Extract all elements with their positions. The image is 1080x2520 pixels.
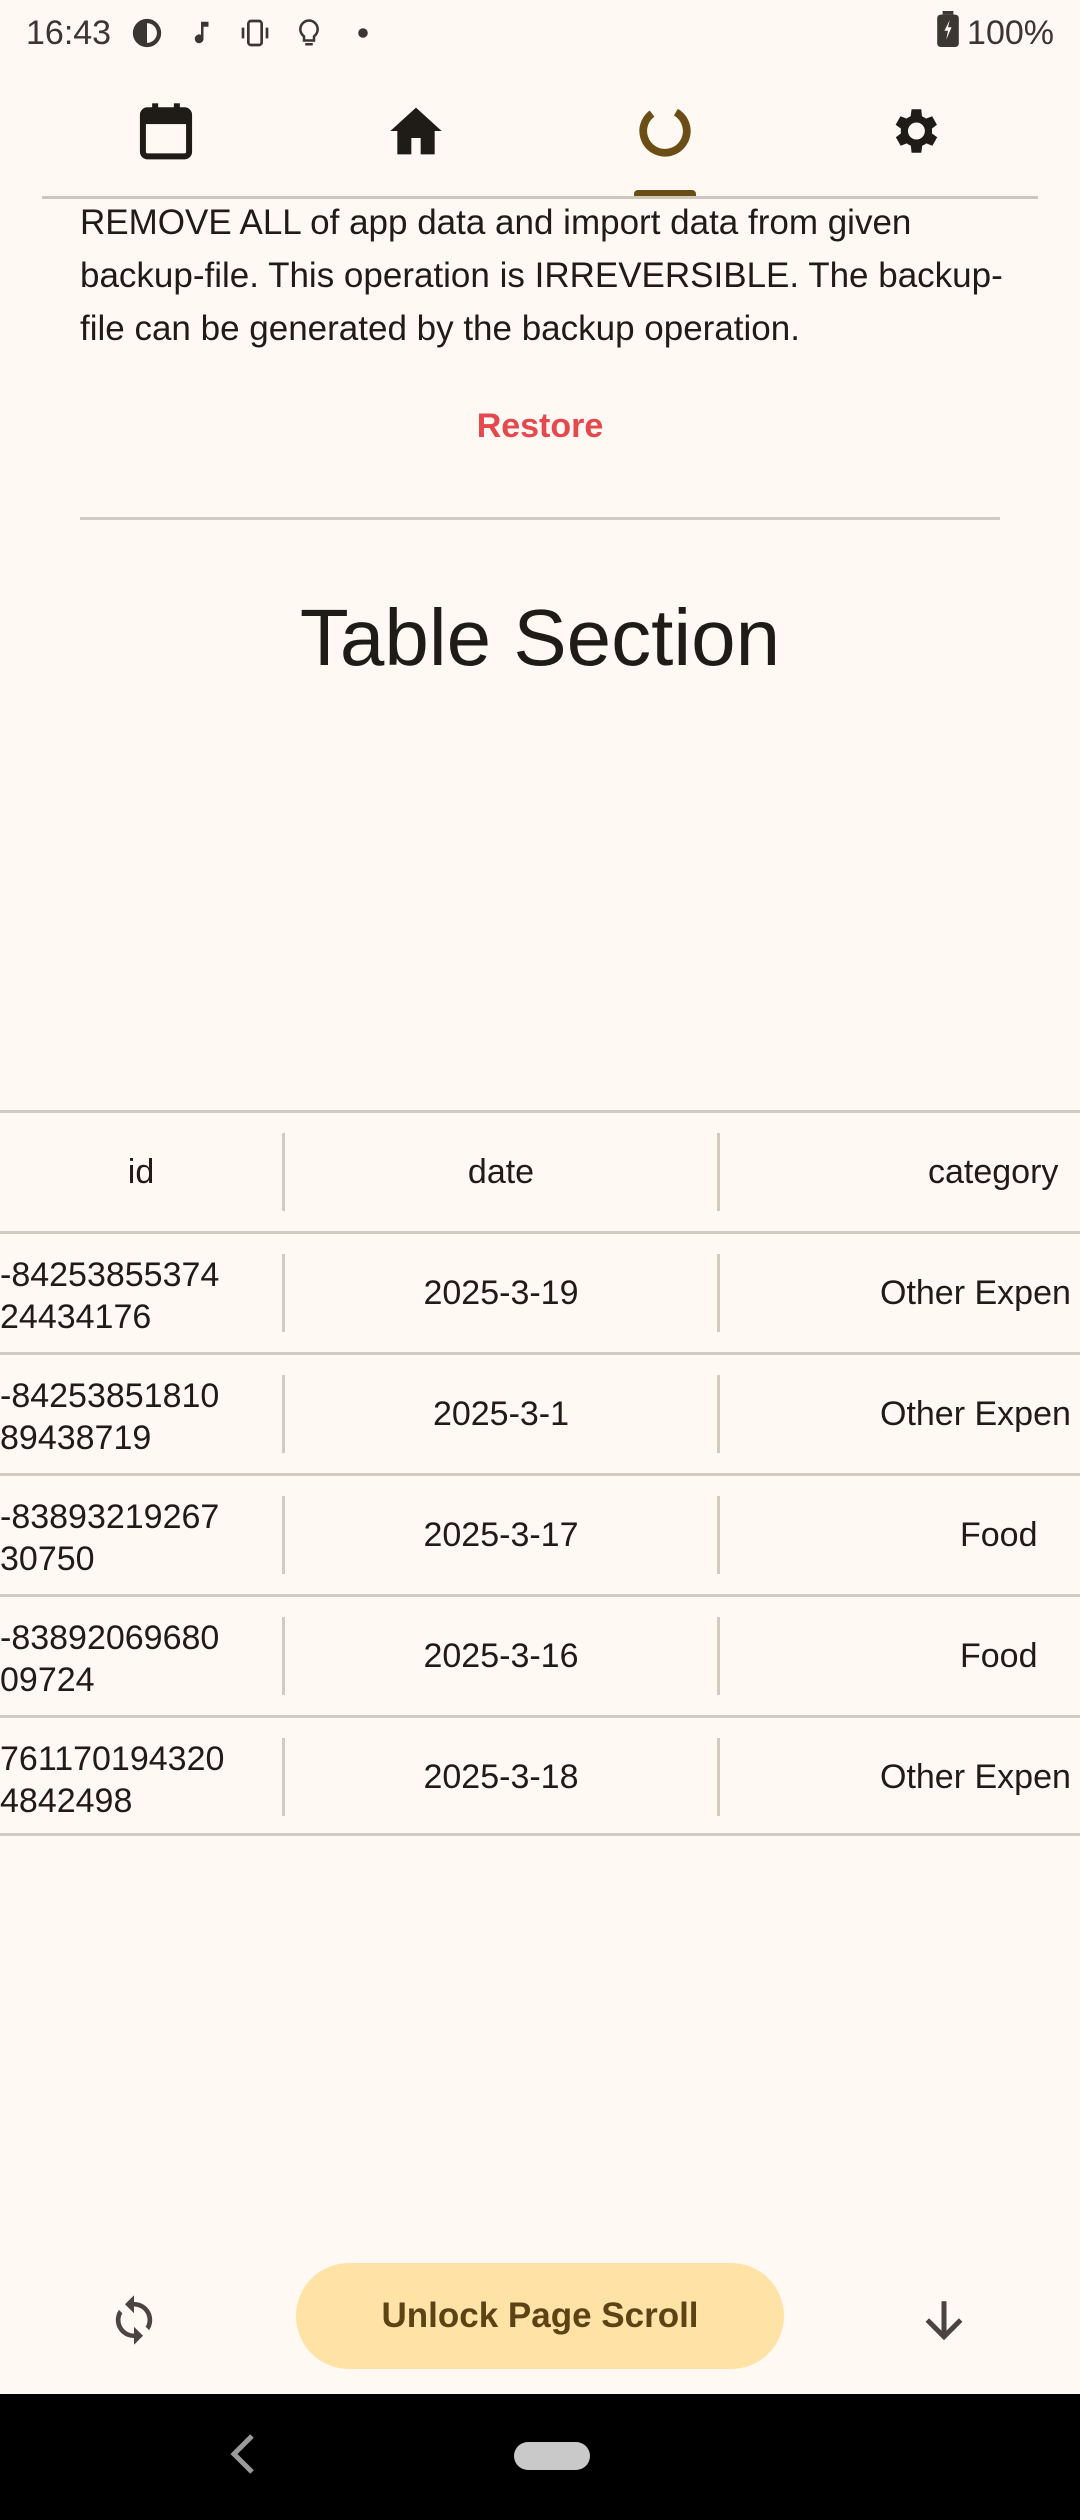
- battery-icon: [937, 10, 959, 56]
- column-header-date[interactable]: date: [285, 1113, 717, 1231]
- tab-stats[interactable]: [605, 66, 725, 200]
- cell-category: Food: [960, 1636, 1038, 1675]
- loading-ring-icon: [636, 102, 694, 165]
- cell-category: Food: [960, 1515, 1038, 1554]
- table-row[interactable]: -84253851810 89438719 2025-3-1 Other Exp…: [0, 1352, 1080, 1473]
- tab-calendar[interactable]: [106, 66, 226, 200]
- status-left: 16:43: [26, 14, 381, 53]
- cell-date: 2025-3-19: [423, 1273, 579, 1312]
- refresh-button[interactable]: [98, 2286, 170, 2358]
- table-row[interactable]: -83892069680 09724 2025-3-16 Food: [0, 1594, 1080, 1715]
- tab-settings[interactable]: [854, 66, 974, 200]
- table-header-row: id date category: [0, 1110, 1080, 1231]
- cell-id-text: -84253855374 24434176: [0, 1256, 220, 1336]
- music-note-icon: [183, 15, 219, 51]
- home-icon: [388, 105, 444, 162]
- bottom-action-bar: Unlock Page Scroll: [0, 2250, 1080, 2390]
- restore-description: REMOVE ALL of app data and import data f…: [80, 203, 1003, 348]
- table-row[interactable]: -84253855374 24434176 2025-3-19 Other Ex…: [0, 1231, 1080, 1352]
- cell-category: Other Expen: [880, 1757, 1071, 1796]
- scroll-down-button[interactable]: [908, 2286, 980, 2358]
- cell-category: Other Expen: [880, 1273, 1071, 1312]
- section-divider: [80, 517, 1000, 520]
- cell-date: 2025-3-16: [423, 1636, 579, 1675]
- cell-date: 2025-3-1: [432, 1394, 570, 1433]
- table-row[interactable]: -83893219267 30750 2025-3-17 Food: [0, 1473, 1080, 1594]
- cell-id: -83893219267 30750: [0, 1476, 282, 1594]
- refresh-icon: [107, 2293, 161, 2352]
- cell-id: -84253855374 24434176: [0, 1234, 282, 1352]
- arrow-down-icon: [919, 2295, 969, 2350]
- column-header-category[interactable]: category: [720, 1113, 1080, 1231]
- lightbulb-icon: [291, 15, 327, 51]
- cell-id-text: -84253851810 89438719: [0, 1377, 220, 1457]
- column-header-id[interactable]: id: [0, 1113, 282, 1231]
- cell-date: 2025-3-18: [423, 1757, 579, 1796]
- calendar-icon: [138, 101, 194, 166]
- status-time: 16:43: [26, 13, 112, 52]
- gear-icon: [885, 102, 943, 165]
- restore-button[interactable]: Restore: [440, 398, 640, 454]
- cell-id-text: -83892069680 09724: [0, 1619, 220, 1699]
- data-table: id date category -84253855374 24434176 2…: [0, 1110, 1080, 1836]
- table-row[interactable]: 761170194320 4842498 2025-3-18 Other Exp…: [0, 1715, 1080, 1836]
- cell-id: -84253851810 89438719: [0, 1355, 282, 1473]
- system-nav-bar: [0, 2394, 1080, 2520]
- chevron-left-icon: [227, 2432, 257, 2481]
- pie-status-icon: [129, 15, 165, 51]
- cell-id: 761170194320 4842498: [0, 1718, 282, 1836]
- cell-date: 2025-3-17: [423, 1515, 579, 1554]
- vibrate-icon: [237, 15, 273, 51]
- cell-category: Other Expen: [880, 1394, 1071, 1433]
- status-bar: 16:43 100%: [0, 0, 1080, 66]
- top-nav: [0, 66, 1080, 200]
- unlock-page-scroll-button[interactable]: Unlock Page Scroll: [296, 2263, 784, 2369]
- system-home-pill[interactable]: [514, 2442, 590, 2470]
- cell-id-text: 761170194320 4842498: [0, 1740, 225, 1820]
- battery-percent: 100%: [967, 13, 1054, 52]
- tab-home[interactable]: [356, 66, 476, 200]
- cell-id-text: -83893219267 30750: [0, 1498, 220, 1578]
- dot-icon: [345, 15, 381, 51]
- status-right: 100%: [937, 10, 1054, 56]
- system-back-button[interactable]: [212, 2426, 272, 2486]
- cell-id: -83892069680 09724: [0, 1597, 282, 1715]
- section-title: Table Section: [299, 593, 781, 682]
